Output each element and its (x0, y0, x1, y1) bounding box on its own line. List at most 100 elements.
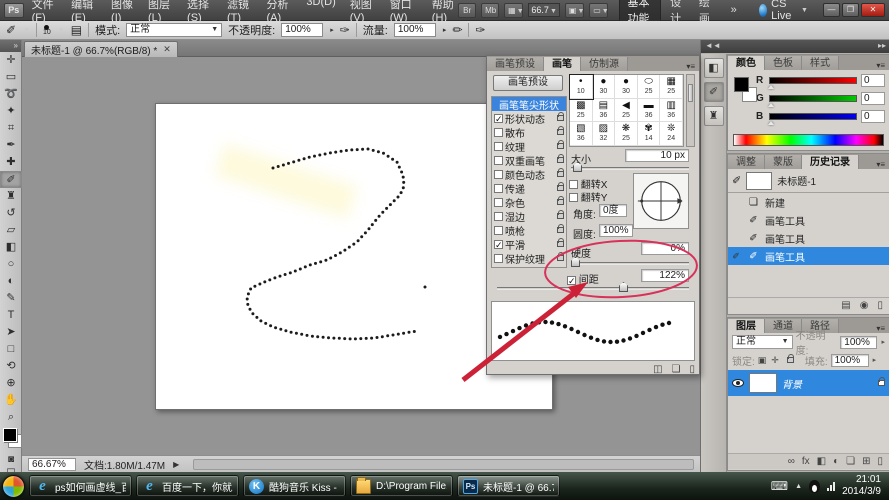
checkbox[interactable] (494, 170, 503, 179)
new-doc-from-state-icon[interactable]: ▤ (841, 300, 850, 311)
checkbox[interactable] (494, 156, 503, 165)
color-tab-样式[interactable]: 样式 (802, 56, 839, 70)
brush-tip-25[interactable]: ▩25 (570, 99, 593, 123)
type-tool[interactable]: T (0, 307, 22, 324)
arrange-documents-button[interactable]: ▣▼ (565, 3, 584, 18)
link-layers-icon[interactable]: ∞ (788, 456, 795, 467)
crop-tool[interactable]: ⌗ (0, 120, 22, 137)
dock-collapse-icon[interactable]: ◄◄ (705, 40, 721, 53)
screen-mode-button[interactable]: ▭▼ (589, 3, 608, 18)
minibridge-button[interactable]: Mb (481, 3, 499, 18)
taskbar-button-ps[interactable]: Ps未标题-1 @ 66.7... (457, 475, 560, 497)
brush-tip-scrollbar[interactable] (686, 74, 695, 147)
brush-option-喷枪[interactable]: 喷枪 (492, 223, 566, 237)
magic-wand-tool[interactable]: ✦ (0, 103, 22, 120)
pen-tool[interactable]: ✎ (0, 290, 22, 307)
rotate-3d-tool[interactable]: ⟲ (0, 358, 22, 375)
channel-slider[interactable] (769, 77, 857, 84)
brush-tip-32[interactable]: ▨32 (593, 122, 616, 146)
adjustment-layer-icon[interactable]: ◐ (833, 456, 839, 467)
lock-paint-icon[interactable]: ✛ (771, 355, 781, 366)
spacing-slider-thumb[interactable] (619, 282, 628, 292)
orbit-3d-tool[interactable]: ⊕ (0, 375, 22, 392)
marquee-tool[interactable]: ▭ (0, 69, 22, 86)
dodge-tool[interactable]: ◐ (0, 273, 22, 290)
lock-all-icon[interactable] (784, 355, 794, 365)
shape-tool[interactable]: □ (0, 341, 22, 358)
clone-source-panel-icon[interactable]: ♜ (704, 106, 724, 126)
gradient-tool[interactable]: ◧ (0, 239, 22, 256)
checkbox[interactable]: ✓ (494, 114, 503, 123)
blend-mode-select[interactable]: 正常▼ (732, 335, 793, 349)
flow-input[interactable]: 100% (394, 23, 436, 37)
foreground-color-swatch[interactable] (3, 428, 17, 442)
tray-expand-icon[interactable]: ▲ (795, 483, 802, 490)
history-tab-历史记录[interactable]: 历史记录 (802, 155, 859, 169)
delete-layer-icon[interactable]: ▯ (877, 456, 883, 467)
layers-opacity-value[interactable]: 100% (840, 336, 877, 349)
pressure-size-icon[interactable]: ✑ (475, 23, 485, 37)
brush-option-保护纹理[interactable]: 保护纹理 (492, 251, 566, 265)
history-item-新建[interactable]: ❏新建 (728, 193, 889, 211)
lasso-tool[interactable]: ➰ (0, 86, 22, 103)
brush-tab-仿制源[interactable]: 仿制源 (581, 57, 628, 71)
toggle-brush-panel-icon[interactable]: ▤ (71, 23, 82, 37)
new-snapshot-icon[interactable]: ◉ (860, 300, 869, 311)
pressure-opacity-icon[interactable]: ✑ (340, 23, 350, 37)
start-button[interactable] (2, 475, 25, 498)
brush-panel-icon[interactable]: ✐ (704, 82, 724, 102)
horizontal-scrollbar[interactable] (193, 459, 694, 470)
brush-tip-36[interactable]: ▬36 (638, 99, 661, 123)
qq-tray-icon[interactable] (809, 480, 820, 493)
dock-menu-icon[interactable]: ▸▸ (878, 40, 886, 53)
lock-transparent-icon[interactable]: ▣ (758, 355, 769, 366)
spacing-checkbox[interactable]: ✓ (567, 276, 576, 285)
workspace-more-button[interactable]: » (724, 2, 744, 18)
mode-select[interactable]: 正常▼ (126, 23, 222, 37)
layers-menu-icon[interactable]: ▾≡ (872, 324, 889, 333)
channel-value-input[interactable]: 0 (861, 110, 885, 123)
brush-option-颜色动态[interactable]: 颜色动态 (492, 167, 566, 181)
history-item-画笔工具[interactable]: ✐画笔工具 (728, 211, 889, 229)
path-select-tool[interactable]: ➤ (0, 324, 22, 341)
spacing-slider[interactable] (497, 287, 689, 290)
foreground-color-swatch[interactable] (734, 77, 749, 92)
status-zoom-input[interactable]: 66.67% (28, 458, 76, 471)
brush-tip-24[interactable]: ❊24 (660, 122, 683, 146)
brush-option-平滑[interactable]: ✓平滑 (492, 237, 566, 251)
taskbar-button-ie[interactable]: e百度一下，你就... (136, 475, 239, 497)
taskbar-button-kugou[interactable]: K酷狗音乐 Kiss - ... (243, 475, 346, 497)
hand-tool[interactable]: ✋ (0, 392, 22, 409)
channel-value-input[interactable]: 0 (861, 92, 885, 105)
brush-tip-25[interactable]: ◀25 (615, 99, 638, 123)
checkbox[interactable] (494, 184, 503, 193)
history-tab-蒙版[interactable]: 蒙版 (765, 155, 802, 169)
flip-y-checkbox[interactable] (569, 193, 578, 202)
new-layer-icon[interactable]: ⊞ (862, 456, 870, 467)
brush-tip-shape-item[interactable]: 画笔笔尖形状 (492, 97, 566, 111)
history-snapshot-row[interactable]: ✐ 未标题-1 (728, 169, 889, 193)
brush-tool[interactable]: ✐ (0, 171, 22, 188)
angle-value[interactable]: 0度 (599, 204, 627, 217)
brush-tip-30[interactable]: ●30 (615, 75, 638, 99)
restore-button[interactable]: ❐ (842, 3, 859, 17)
hardness-value[interactable]: 0% (641, 242, 689, 255)
close-button[interactable]: ✕ (861, 3, 885, 17)
bridge-button[interactable]: Br (458, 3, 476, 18)
brush-option-湿边[interactable]: 湿边 (492, 209, 566, 223)
cslive-button[interactable]: CS Live ▼ (759, 0, 808, 22)
color-menu-icon[interactable]: ▾≡ (872, 61, 889, 70)
zoom-tool[interactable]: ⌕ (0, 409, 22, 426)
color-tab-色板[interactable]: 色板 (765, 56, 802, 70)
history-source-icon[interactable]: ✐ (732, 174, 741, 187)
blur-tool[interactable]: ○ (0, 256, 22, 273)
checkbox[interactable] (494, 212, 503, 221)
history-item-画笔工具[interactable]: ✐✐画笔工具 (728, 247, 889, 265)
brush-option-双重画笔[interactable]: 双重画笔 (492, 153, 566, 167)
history-tab-调整[interactable]: 调整 (728, 155, 765, 169)
brush-presets-button[interactable]: 画笔预设 (493, 75, 563, 91)
brush-tip-14[interactable]: ✾14 (638, 122, 661, 146)
taskbar-button-ie[interactable]: eps如何画虚线_百... (29, 475, 132, 497)
color-spectrum-bar[interactable] (733, 134, 884, 146)
toolbar-collapse-icon[interactable]: » (0, 40, 21, 52)
